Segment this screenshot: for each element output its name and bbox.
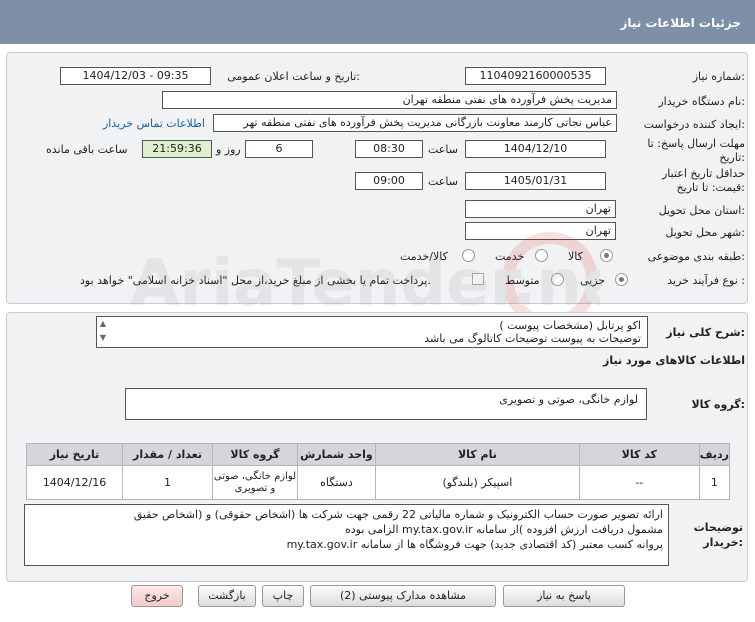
province-field: تهران: [465, 200, 616, 218]
col-code: کد کالا: [578, 443, 700, 466]
title-bar: جزئيات اطلاعات نياز: [0, 0, 755, 44]
validity-label: حداقل تاريخ اعتبار قيمت: تا تاريخ:: [661, 167, 745, 194]
province-label: استان محل تحويل:: [658, 204, 745, 217]
days-field: 6: [245, 140, 313, 158]
cell-group: لوازم خانگی، صوتی و تصويری: [212, 465, 298, 500]
table-header-row: رديف کد کالا نام کالا واحد شمارش گروه کا…: [25, 443, 731, 466]
buyer-notes-textarea[interactable]: ارائه تصوير صورت حساب الکترونيک و شماره …: [24, 504, 669, 566]
buyer-contact-link[interactable]: اطلاعات تماس خريدار: [103, 117, 205, 130]
cell-row: 1: [698, 465, 731, 500]
process-minor-radio[interactable]: [615, 273, 628, 286]
creator-label: ايجاد کننده درخواست:: [643, 118, 745, 131]
buyer-notes-line2: مشمول دريافت ارزش افزوده )از سامانه my.t…: [345, 523, 663, 536]
exit-button[interactable]: خروج: [131, 585, 183, 607]
validity-time-field: 09:00: [355, 172, 423, 190]
back-button[interactable]: بازگشت: [198, 585, 256, 607]
description-line1: اکو پرتابل (مشخصات پيوست ): [499, 319, 641, 332]
days-label: روز و: [216, 143, 241, 156]
description-label: شرح کلی نياز:: [666, 326, 745, 339]
deadline-time-label: ساعت: [428, 143, 458, 156]
scroll-arrows-icon[interactable]: ▲ ▼: [96, 317, 110, 347]
category-label: طبقه بندی موضوعی:: [647, 250, 745, 263]
cell-qty: 1: [122, 465, 213, 500]
deadline-label: مهلت ارسال پاسخ: تا تاريخ:: [647, 137, 745, 164]
remaining-label: ساعت باقی مانده: [46, 143, 128, 156]
col-qty: تعداد / مقدار: [122, 443, 213, 466]
page-title: جزئيات اطلاعات نياز: [620, 16, 741, 30]
col-unit: واحد شمارش: [296, 443, 376, 466]
watermark-text: AriaTender.net: [130, 247, 600, 321]
announce-field: 1404/12/03 - 09:35: [60, 67, 211, 85]
cell-code: --: [578, 465, 700, 500]
deadline-time-field: 08:30: [355, 140, 423, 158]
buyer-org-label: نام دستگاه خريدار:: [658, 95, 745, 108]
cell-name: اسپيکر (بلندگو): [374, 465, 580, 500]
validity-time-label: ساعت: [428, 175, 458, 188]
process-label: نوع فرآيند خريد :: [667, 274, 745, 287]
buyer-notes-line3: پروانه کسب معتبر (کد اقتصادی جديد) جهت ف…: [286, 538, 663, 551]
creator-field: عباس نجاتی کارمند معاونت بازرگانی مديريت…: [213, 114, 617, 132]
col-date: تاريخ نياز: [25, 443, 124, 466]
col-name: نام کالا: [374, 443, 580, 466]
cell-date: 1404/12/16: [25, 465, 124, 500]
col-row: رديف: [698, 443, 731, 466]
goods-group-value: لوازم خانگی، صوتی و تصويری: [499, 393, 638, 406]
goods-section-title: اطلاعات کالاهای مورد نياز: [603, 354, 745, 367]
remaining-time-field: 21:59:36: [142, 140, 212, 158]
cell-unit: دستگاه: [296, 465, 376, 500]
city-label: شهر محل تحويل:: [665, 226, 745, 239]
buyer-org-field: مديريت پخش فرآورده های نفتی منطقه تهران: [162, 91, 617, 109]
validity-date-field: 1405/01/31: [465, 172, 606, 190]
col-group: گروه کالا: [212, 443, 298, 466]
buyer-notes-line1: ارائه تصوير صورت حساب الکترونيک و شماره …: [133, 508, 663, 521]
goods-table: رديف کد کالا نام کالا واحد شمارش گروه کا…: [25, 443, 731, 500]
need-number-label: شماره نياز:: [692, 70, 745, 83]
attachments-button[interactable]: مشاهده مدارک پيوستی (2): [310, 585, 496, 607]
deadline-date-field: 1404/12/10: [465, 140, 606, 158]
announce-label: تاريخ و ساعت اعلان عمومی:: [227, 70, 360, 83]
goods-group-label: گروه کالا:: [691, 398, 745, 411]
goods-group-field: لوازم خانگی، صوتی و تصويری: [125, 388, 647, 420]
description-line2: توضيحات به پيوست توضيحات کاتالوگ می باشد: [424, 332, 641, 345]
buyer-notes-label: توضيحات خريدار:: [693, 521, 743, 549]
reply-button[interactable]: پاسخ به نياز: [503, 585, 625, 607]
table-row[interactable]: 1 -- اسپيکر (بلندگو) دستگاه لوازم خانگی،…: [25, 465, 731, 500]
description-textarea[interactable]: اکو پرتابل (مشخصات پيوست ) توضيحات به پي…: [96, 316, 648, 348]
need-number-field: 1104092160000535: [465, 67, 606, 85]
print-button[interactable]: چاپ: [262, 585, 304, 607]
category-goods-radio[interactable]: [600, 249, 613, 262]
